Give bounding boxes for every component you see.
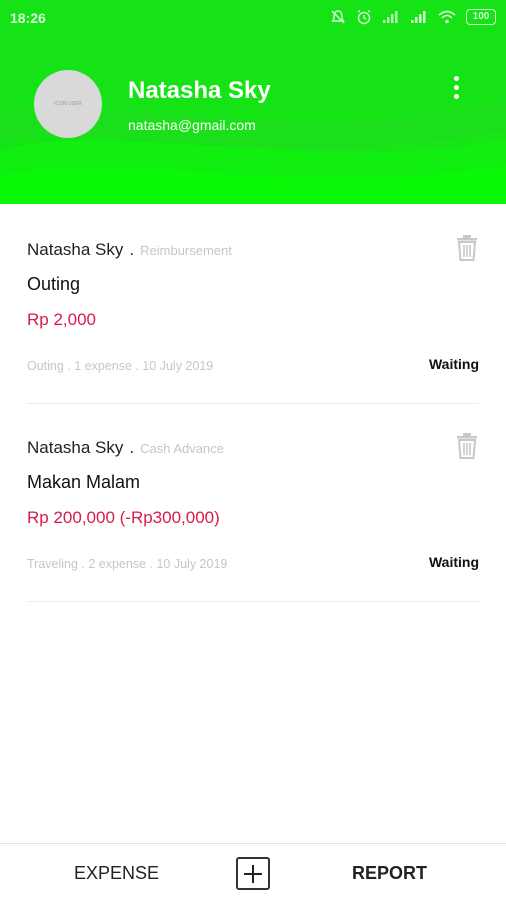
wifi-icon	[438, 10, 456, 24]
request-meta: Outing . 1 expense . 10 July 2019	[27, 359, 214, 373]
plus-icon	[244, 864, 262, 883]
more-vert-icon-dot	[453, 84, 459, 90]
request-meta: Traveling . 2 expense . 10 July 2019	[27, 557, 228, 571]
requester-name: Natasha Sky	[27, 240, 124, 259]
status-bar: 18:26 100	[0, 0, 506, 38]
separator: .	[129, 240, 135, 259]
trash-icon[interactable]	[455, 234, 479, 262]
profile-name: Natasha Sky	[128, 77, 271, 104]
status-badge: Waiting	[428, 356, 479, 372]
tab-expense[interactable]: EXPENSE	[74, 863, 159, 884]
request-card[interactable]: Natasha Sky. Reimbursement Outing Rp 2,00…	[27, 206, 479, 404]
request-amount: Rp 200,000 (-Rp300,000)	[27, 508, 220, 527]
bottom-navigation: EXPENSE REPORT	[0, 843, 506, 900]
profile-email: natasha@gmail.com	[128, 117, 256, 133]
status-badge: Waiting	[428, 554, 479, 570]
status-icons: 100	[330, 9, 496, 25]
status-time: 18:26	[10, 10, 46, 26]
separator: .	[129, 438, 135, 457]
request-header-line: Natasha Sky. Reimbursement	[27, 240, 232, 260]
trash-icon[interactable]	[455, 432, 479, 460]
tab-report[interactable]: REPORT	[352, 863, 427, 884]
signal-icon-1	[383, 11, 398, 23]
requester-name: Natasha Sky	[27, 438, 124, 457]
divider	[27, 601, 479, 602]
request-type: Reimbursement	[140, 243, 232, 258]
request-type: Cash Advance	[140, 441, 224, 456]
signal-icon-2	[411, 11, 426, 23]
request-title: Outing	[27, 274, 81, 294]
request-amount: Rp 2,000	[27, 310, 96, 329]
more-options-button[interactable]	[446, 72, 466, 102]
more-vert-icon	[453, 75, 459, 81]
notification-off-icon	[331, 10, 345, 24]
request-card[interactable]: Natasha Sky. Cash Advance Makan Malam Rp …	[27, 404, 479, 602]
profile-header: 18:26 100 ICON USER Natasha Sky natasha@…	[0, 0, 506, 204]
request-title: Makan Malam	[27, 472, 141, 492]
battery-indicator: 100	[466, 9, 496, 25]
request-header-line: Natasha Sky. Cash Advance	[27, 438, 224, 458]
more-vert-icon-dot	[453, 93, 459, 99]
add-button[interactable]	[236, 857, 270, 890]
alarm-icon	[357, 9, 371, 25]
avatar[interactable]: ICON USER	[34, 70, 102, 138]
avatar-placeholder-text: ICON USER	[54, 101, 82, 107]
